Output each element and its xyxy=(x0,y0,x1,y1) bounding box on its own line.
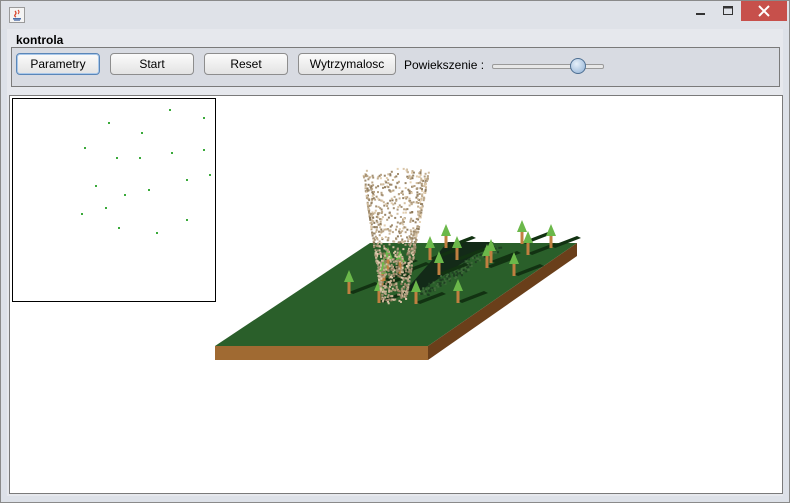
java-icon xyxy=(9,7,25,23)
minimap-tree-dot xyxy=(186,179,188,181)
minimap xyxy=(12,98,216,302)
reset-button[interactable]: Reset xyxy=(204,53,288,75)
close-icon xyxy=(758,5,770,17)
minimap-tree-dot xyxy=(148,189,150,191)
minimap-tree-dot xyxy=(116,157,118,159)
durability-button[interactable]: Wytrzymalosc xyxy=(298,53,396,75)
minimap-tree-dot xyxy=(203,117,205,119)
content-pane: kontrola Parametry Start Reset Wytrzymal… xyxy=(7,29,783,496)
minimap-canvas xyxy=(81,109,211,234)
app-window: kontrola Parametry Start Reset Wytrzymal… xyxy=(0,0,790,503)
zoom-slider-track[interactable] xyxy=(492,64,604,69)
minimap-tree-dot xyxy=(171,152,173,154)
minimap-tree-dot xyxy=(95,185,97,187)
minimap-tree-dot xyxy=(169,109,171,111)
maximize-button[interactable] xyxy=(715,1,741,21)
minimap-tree-dot xyxy=(203,149,205,151)
minimap-tree-dot xyxy=(141,132,143,134)
minimize-button[interactable] xyxy=(687,1,715,21)
zoom-label: Powiekszenie : xyxy=(404,58,485,72)
zoom-slider-thumb[interactable] xyxy=(569,58,586,74)
terrain-front-side xyxy=(215,346,428,360)
minimap-tree-dot xyxy=(124,194,126,196)
params-button[interactable]: Parametry xyxy=(16,53,100,75)
zoom-slider[interactable] xyxy=(492,58,604,74)
control-panel: Parametry Start Reset Wytrzymalosc Powie… xyxy=(11,47,780,87)
minimap-tree-dot xyxy=(105,207,107,209)
minimap-tree-dot xyxy=(118,227,120,229)
minimap-tree-dot xyxy=(209,174,211,176)
minimap-tree-dot xyxy=(186,219,188,221)
control-group-title: kontrola xyxy=(16,33,64,47)
title-bar xyxy=(1,1,789,29)
minimap-tree-dot xyxy=(108,122,110,124)
minimap-tree-dot xyxy=(156,232,158,234)
minimap-tree-dot xyxy=(139,157,141,159)
minimap-tree-dot xyxy=(84,147,86,149)
maximize-icon xyxy=(723,6,733,15)
simulation-canvas[interactable] xyxy=(9,95,783,494)
close-button[interactable] xyxy=(741,1,787,21)
start-button[interactable]: Start xyxy=(110,53,194,75)
minimap-tree-dot xyxy=(81,213,83,215)
minimize-icon xyxy=(696,13,705,15)
